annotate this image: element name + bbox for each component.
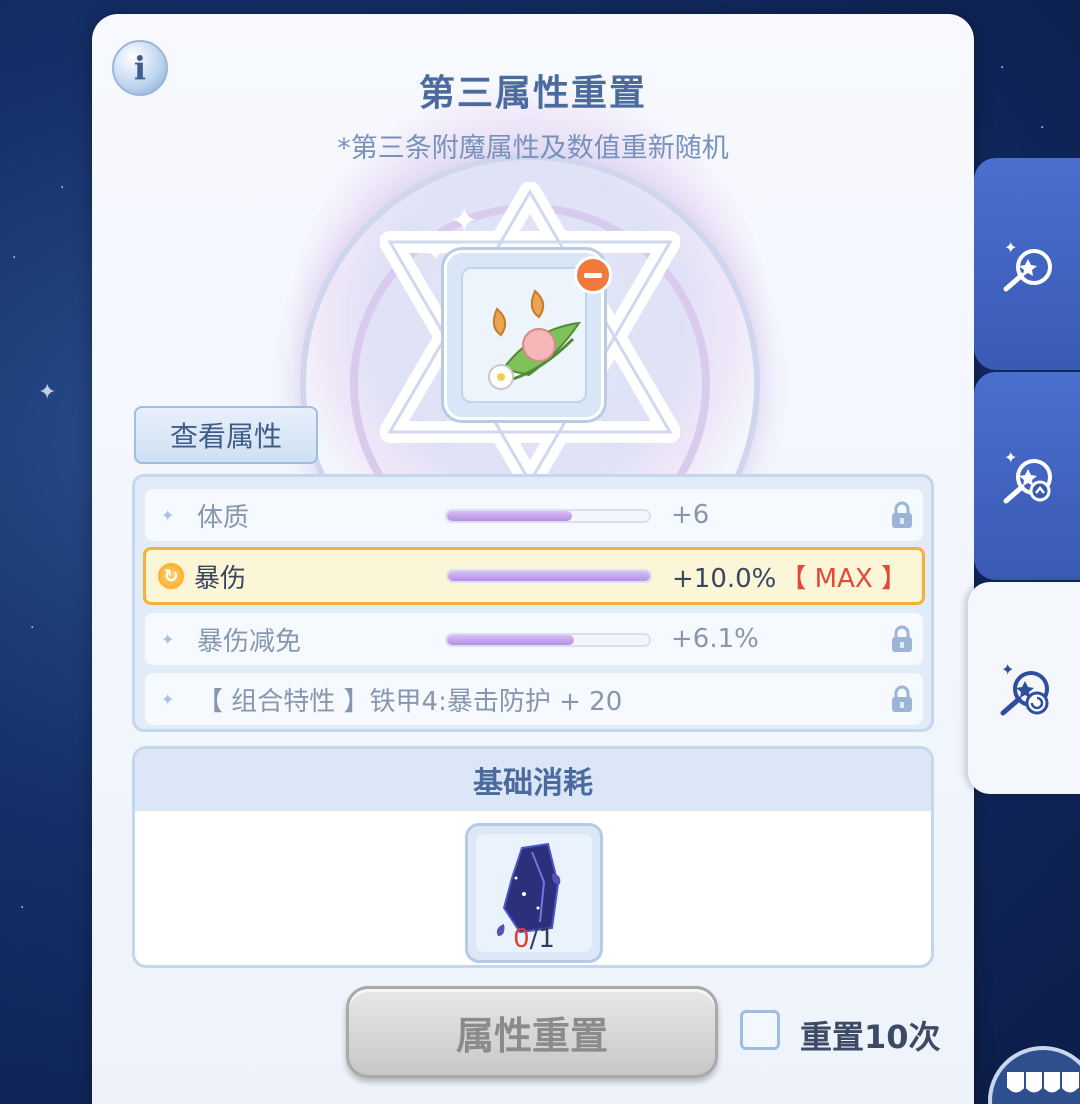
shop-awning-icon [1006, 1072, 1080, 1094]
lock-icon[interactable] [891, 501, 913, 529]
sparkle-icon: ✦ [161, 689, 175, 709]
svg-text:✦: ✦ [428, 244, 443, 265]
sparkle-icon: ✦ [161, 629, 175, 649]
attribute-value: +10.0% 【 MAX 】 [672, 563, 907, 594]
attribute-progress [446, 569, 652, 583]
shop-button[interactable] [988, 1046, 1080, 1104]
attribute-name: 体质 [197, 502, 250, 533]
attribute-progress [445, 633, 651, 647]
svg-text:✦: ✦ [450, 201, 479, 241]
reset-ten-label: 重置10次 [800, 1018, 941, 1056]
max-label: 【 MAX 】 [780, 563, 907, 594]
cost-header: 基础消耗 [135, 749, 931, 811]
lock-icon[interactable] [891, 685, 913, 713]
attribute-list: ✦ 体质 +6 ↻ 暴伤 +10.0% 【 MAX 】 ✦ 暴伤减免 +6.1% … [132, 474, 934, 732]
enchant-upgrade-icon: ✦ [1003, 448, 1052, 504]
material-slot[interactable]: 0/1 [465, 823, 603, 963]
minus-icon [584, 272, 602, 278]
lock-icon[interactable] [891, 625, 913, 653]
reset-panel: ✦ ✦ i 第三属性重置 *第三条附魔属性及数值重新随机 查看属性 ✦ 体质 +… [92, 14, 974, 1104]
sparkle-icon: ✦ [161, 505, 175, 525]
attribute-reset-button[interactable]: 属性重置 [346, 986, 718, 1078]
remove-item-button[interactable] [574, 256, 612, 294]
flower-accessory-icon [488, 289, 582, 390]
reroll-icon: ↻ [156, 561, 186, 591]
tab-enchant-upgrade[interactable]: ✦ [974, 372, 1080, 580]
attribute-name: 暴伤减免 [197, 626, 302, 657]
enchant-star-icon: ✦ [1003, 238, 1052, 292]
material-count: 0/1 [513, 924, 555, 954]
svg-text:✦: ✦ [1004, 238, 1017, 257]
combo-trait-text: 【 组合特性 】铁甲4:暴击防护 + 20 [197, 686, 623, 717]
attribute-row-crit-damage: ↻ 暴伤 +10.0% 【 MAX 】 [143, 547, 925, 605]
panel-title: 第三属性重置 [418, 73, 647, 114]
panel-subtitle: *第三条附魔属性及数值重新随机 [337, 133, 729, 164]
attribute-row-crit-damage-reduction: ✦ 暴伤减免 +6.1% [145, 613, 923, 665]
cost-panel: 基础消耗 0/1 [132, 746, 934, 968]
enchant-reset-icon: ✦ [1000, 660, 1049, 716]
svg-text:✦: ✦ [1001, 660, 1014, 679]
combo-trait-row: ✦ 【 组合特性 】铁甲4:暴击防护 + 20 [145, 673, 923, 725]
attribute-value: +6.1% [671, 624, 759, 654]
attribute-name: 暴伤 [194, 563, 247, 594]
tab-enchant-reset[interactable]: ✦ [968, 582, 1080, 794]
attribute-progress [445, 509, 651, 523]
attribute-row-vitality: ✦ 体质 +6 [145, 489, 923, 541]
reset-ten-checkbox[interactable] [740, 1010, 780, 1050]
attribute-value: +6 [671, 500, 710, 530]
svg-text:✦: ✦ [1004, 448, 1017, 467]
tab-enchant[interactable]: ✦ [974, 158, 1080, 370]
view-attributes-button[interactable]: 查看属性 [134, 406, 318, 464]
